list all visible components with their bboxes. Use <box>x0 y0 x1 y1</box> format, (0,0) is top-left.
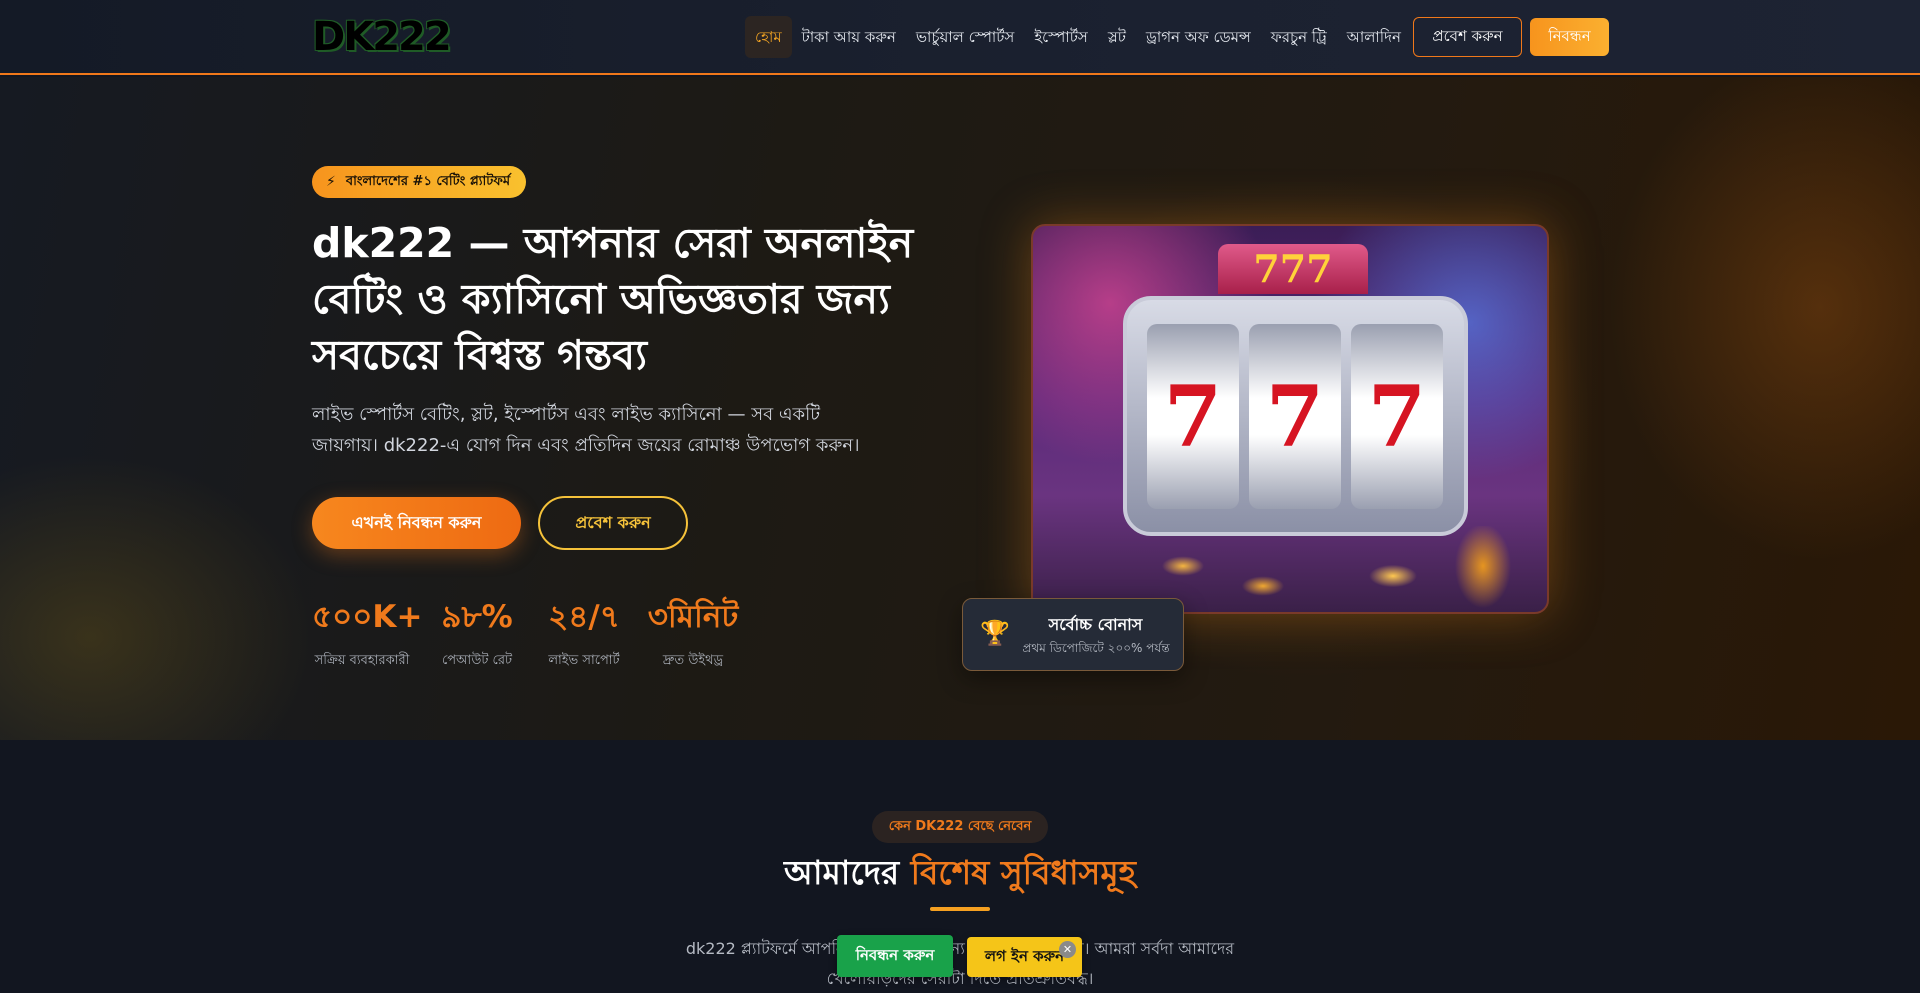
stat-label: দ্রুত উইথড্র <box>662 653 724 668</box>
stat-value: ২৪/৭ <box>548 599 620 635</box>
features-title-prefix: আমাদের <box>783 853 911 892</box>
hero-title: dk222 — আপনার সেরা অনলাইন বেটিং ও ক্যাসি… <box>312 219 914 379</box>
stat-value: ৫০০K+ <box>312 599 423 635</box>
slot-reel: 7 <box>1351 324 1443 509</box>
floating-register-button[interactable]: নিবন্ধন করুন <box>837 935 953 977</box>
hero-description: লাইভ স্পোর্টস বেটিং, স্লট, ইস্পোর্টস এবং… <box>312 404 860 456</box>
stat-payout-rate: ৯৮% পেআউট রেট <box>440 597 514 672</box>
nav-register-button[interactable]: নিবন্ধন <box>1530 18 1609 56</box>
stat-value: ৯৮% <box>441 599 513 635</box>
bonus-subtitle: প্রথম ডিপোজিটে ২০০% পর্যন্ত <box>1022 641 1170 655</box>
features-title: আমাদের বিশেষ সুবিধাসমূহ <box>0 848 1920 898</box>
stat-label: লাইভ সাপোর্ট <box>548 653 620 668</box>
stat-value: ৩মিনিট <box>647 599 739 635</box>
nav-link-esports[interactable]: ইস্পোর্টস <box>1024 16 1097 58</box>
lightning-icon: ⚡ <box>326 174 336 190</box>
slot-reel: 7 <box>1147 324 1239 509</box>
title-underline <box>930 907 990 911</box>
stat-label: পেআউট রেট <box>441 653 513 668</box>
hero-section: ⚡ বাংলাদেশের #১ বেটিং প্ল্যাটফর্ম dk222 … <box>0 77 1920 740</box>
hero-badge: ⚡ বাংলাদেশের #১ বেটিং প্ল্যাটফর্ম <box>312 166 527 198</box>
nav-link-earn-money[interactable]: টাকা আয় করুন <box>792 16 906 58</box>
stat-live-support: ২৪/৭ লাইভ সাপোর্ট <box>543 597 625 672</box>
features-description: dk222 প্ল্যাটফর্মে আপনি যা পাবেন তা অন্য… <box>685 939 1235 988</box>
slot-machine-topper: 777 <box>1218 244 1368 294</box>
register-now-button[interactable]: এখনই নিবন্ধন করুন <box>312 497 521 549</box>
stat-label: সক্রিয় ব্যবহারকারী <box>314 653 410 668</box>
nav-login-button[interactable]: প্রবেশ করুন <box>1413 17 1522 57</box>
stat-fast-withdraw: ৩মিনিট দ্রুত উইথড্র <box>645 597 741 672</box>
nav-link-home[interactable]: হোম <box>745 16 792 58</box>
features-badge: কেন DK222 বেছে নেবেন <box>872 811 1048 843</box>
features-title-highlight: বিশেষ সুবিধাসমূহ <box>910 853 1137 892</box>
nav-link-virtual-sports[interactable]: ভার্চুয়াল স্পোর্টস <box>906 16 1024 58</box>
slot-machine-image: 777 7 7 7 <box>1031 224 1549 614</box>
nav-menu: হোম টাকা আয় করুন ভার্চুয়াল স্পোর্টস ইস… <box>745 16 1411 58</box>
nav-link-dragon-of-demons[interactable]: ড্রাগন অফ ডেমন্স <box>1136 16 1261 58</box>
hero-badge-label: বাংলাদেশের #১ বেটিং প্ল্যাটফর্ম <box>345 173 511 189</box>
slot-machine-body: 7 7 7 <box>1123 296 1468 536</box>
coin-pile <box>1143 526 1533 612</box>
nav-link-fortune-tree[interactable]: ফরচুন ট্রি <box>1261 16 1337 58</box>
nav-link-slots[interactable]: স্লট <box>1098 16 1136 58</box>
bonus-title: সর্বোচ্চ বোনাস <box>1048 615 1143 634</box>
top-navbar: DK222 হোম টাকা আয় করুন ভার্চুয়াল স্পোর… <box>0 0 1920 75</box>
slot-reel: 7 <box>1249 324 1341 509</box>
bonus-card: 🏆 সর্বোচ্চ বোনাস প্রথম ডিপোজিটে ২০০% পর্… <box>962 598 1184 671</box>
close-icon[interactable]: ✕ <box>1059 941 1076 958</box>
stat-active-users: ৫০০K+ সক্রিয় ব্যবহারকারী <box>312 597 423 672</box>
nav-link-aladdin[interactable]: আলাদিন <box>1337 16 1411 58</box>
hero-login-button[interactable]: প্রবেশ করুন <box>538 496 688 550</box>
features-section: কেন DK222 বেছে নেবেন আমাদের বিশেষ সুবিধা… <box>0 740 1920 993</box>
site-logo[interactable]: DK222 <box>312 14 452 60</box>
trophy-icon: 🏆 <box>980 619 1010 647</box>
